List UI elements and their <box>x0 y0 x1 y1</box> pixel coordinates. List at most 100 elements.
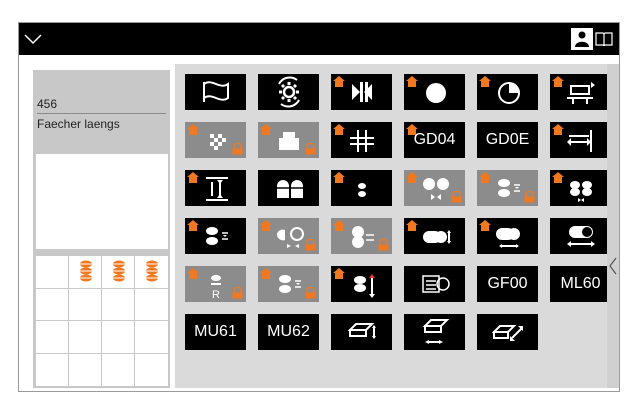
rolls-open2-icon <box>346 220 378 252</box>
checker-icon <box>200 124 232 156</box>
top-bar <box>19 23 619 55</box>
checker-button[interactable] <box>185 122 246 158</box>
side-drawer[interactable] <box>607 64 619 388</box>
grid-cell[interactable] <box>36 256 69 289</box>
gear-rotate-icon <box>273 76 305 108</box>
grid-cell[interactable] <box>36 321 69 354</box>
roll-stack-icon <box>146 260 158 282</box>
gear-rotate-button[interactable] <box>258 74 319 110</box>
weight-icon <box>273 124 305 156</box>
mu62-button[interactable]: MU62 <box>258 314 319 350</box>
plate-vertical-button[interactable] <box>331 314 392 350</box>
plate-vertical-icon <box>346 316 378 348</box>
small-rolls-icon <box>346 172 378 204</box>
rolls-double-icon <box>565 172 597 204</box>
grid-cell[interactable] <box>69 321 102 354</box>
rolls-stack-icon <box>273 268 305 300</box>
button-label: MU61 <box>194 323 237 340</box>
rolls-double-button[interactable] <box>550 170 611 206</box>
pie-button[interactable] <box>477 74 538 110</box>
pie-icon <box>492 76 524 108</box>
button-label: GD04 <box>413 131 456 148</box>
program-number: 456 <box>37 97 166 114</box>
grid-cell[interactable] <box>36 288 69 321</box>
rolls-stack-button[interactable] <box>477 170 538 206</box>
roller-width-button[interactable] <box>550 218 611 254</box>
button-label: GF00 <box>487 275 528 292</box>
counter-icon <box>419 268 451 300</box>
width-stop-button[interactable] <box>550 122 611 158</box>
roll-lift-icon <box>346 268 378 300</box>
height-stop-button[interactable] <box>185 170 246 206</box>
counter-button[interactable] <box>404 266 465 302</box>
rolls-center-button[interactable] <box>404 170 465 206</box>
center-align-icon <box>346 76 378 108</box>
rolls-open-button[interactable] <box>258 218 319 254</box>
center-align-button[interactable] <box>331 74 392 110</box>
grid-cell[interactable] <box>135 321 168 354</box>
circle-button[interactable] <box>404 74 465 110</box>
small-rolls-button[interactable] <box>331 170 392 206</box>
roller-vertical-icon <box>419 220 451 252</box>
grid-cell[interactable] <box>135 289 168 321</box>
width-stop-icon <box>565 124 597 156</box>
roller-width-icon <box>565 220 597 252</box>
function-buttons-area: GD04 GD0E R GF00 ML60 MU61 MU62 <box>175 64 615 388</box>
table-push-button[interactable] <box>550 74 611 110</box>
preview-box <box>36 154 168 249</box>
grid-cell[interactable] <box>102 256 135 289</box>
ml60-button[interactable]: ML60 <box>550 266 611 302</box>
roll-stack-icon <box>80 260 92 282</box>
chevron-left-icon[interactable] <box>607 256 619 276</box>
rolls-stack-icon <box>492 172 524 204</box>
gd0e-button[interactable]: GD0E <box>477 122 538 158</box>
rolls-open-icon <box>273 220 305 252</box>
roller-vertical-button[interactable] <box>404 218 465 254</box>
grid-cell[interactable] <box>69 353 102 386</box>
grid-cell[interactable] <box>102 288 135 321</box>
grid-cell[interactable] <box>102 321 135 354</box>
grid-cell[interactable] <box>69 256 102 289</box>
weight-button[interactable] <box>258 122 319 158</box>
grid-cell[interactable] <box>69 288 102 321</box>
mu61-button[interactable]: MU61 <box>185 314 246 350</box>
rolls-center-icon <box>419 172 451 204</box>
button-label: ML60 <box>560 275 601 292</box>
rolls-open2-button[interactable] <box>331 218 392 254</box>
flag-icon <box>200 76 232 108</box>
svg-text:R: R <box>212 289 220 300</box>
info-box: 456 Faecher laengs <box>35 72 168 152</box>
book-icon[interactable] <box>593 28 615 50</box>
button-label: MU62 <box>267 323 310 340</box>
roller-r-icon: R <box>200 268 232 300</box>
top-bar-actions <box>571 28 615 50</box>
gd04-button[interactable]: GD04 <box>404 122 465 158</box>
chevron-down-icon[interactable] <box>23 29 43 49</box>
plate-diagonal-button[interactable] <box>477 314 538 350</box>
circle-icon <box>419 76 451 108</box>
roller-r-button[interactable]: R <box>185 266 246 302</box>
rolls-stack-gray-button[interactable] <box>258 266 319 302</box>
rolls-stack-black-button[interactable] <box>185 218 246 254</box>
grid-cell[interactable] <box>135 256 168 289</box>
program-name: Faecher laengs <box>37 117 120 131</box>
roll-stack-icon <box>113 260 125 282</box>
hash-button[interactable] <box>331 122 392 158</box>
table-push-icon <box>565 76 597 108</box>
flag-button[interactable] <box>185 74 246 110</box>
grid-cell[interactable] <box>102 353 135 386</box>
rolls-pair-button[interactable] <box>258 170 319 206</box>
roller-horizontal-icon <box>492 220 524 252</box>
user-icon[interactable] <box>571 28 593 50</box>
info-panel: 456 Faecher laengs <box>33 70 170 388</box>
tool-grid <box>36 256 168 386</box>
grid-cell[interactable] <box>135 354 168 387</box>
rolls-pair-icon <box>273 172 305 204</box>
roller-horizontal-button[interactable] <box>477 218 538 254</box>
roll-lift-button[interactable] <box>331 266 392 302</box>
plate-diagonal-icon <box>491 316 524 348</box>
grid-cell[interactable] <box>36 353 69 386</box>
plate-horizontal-button[interactable] <box>404 314 465 350</box>
hash-icon <box>346 124 378 156</box>
gf00-button[interactable]: GF00 <box>477 266 538 302</box>
